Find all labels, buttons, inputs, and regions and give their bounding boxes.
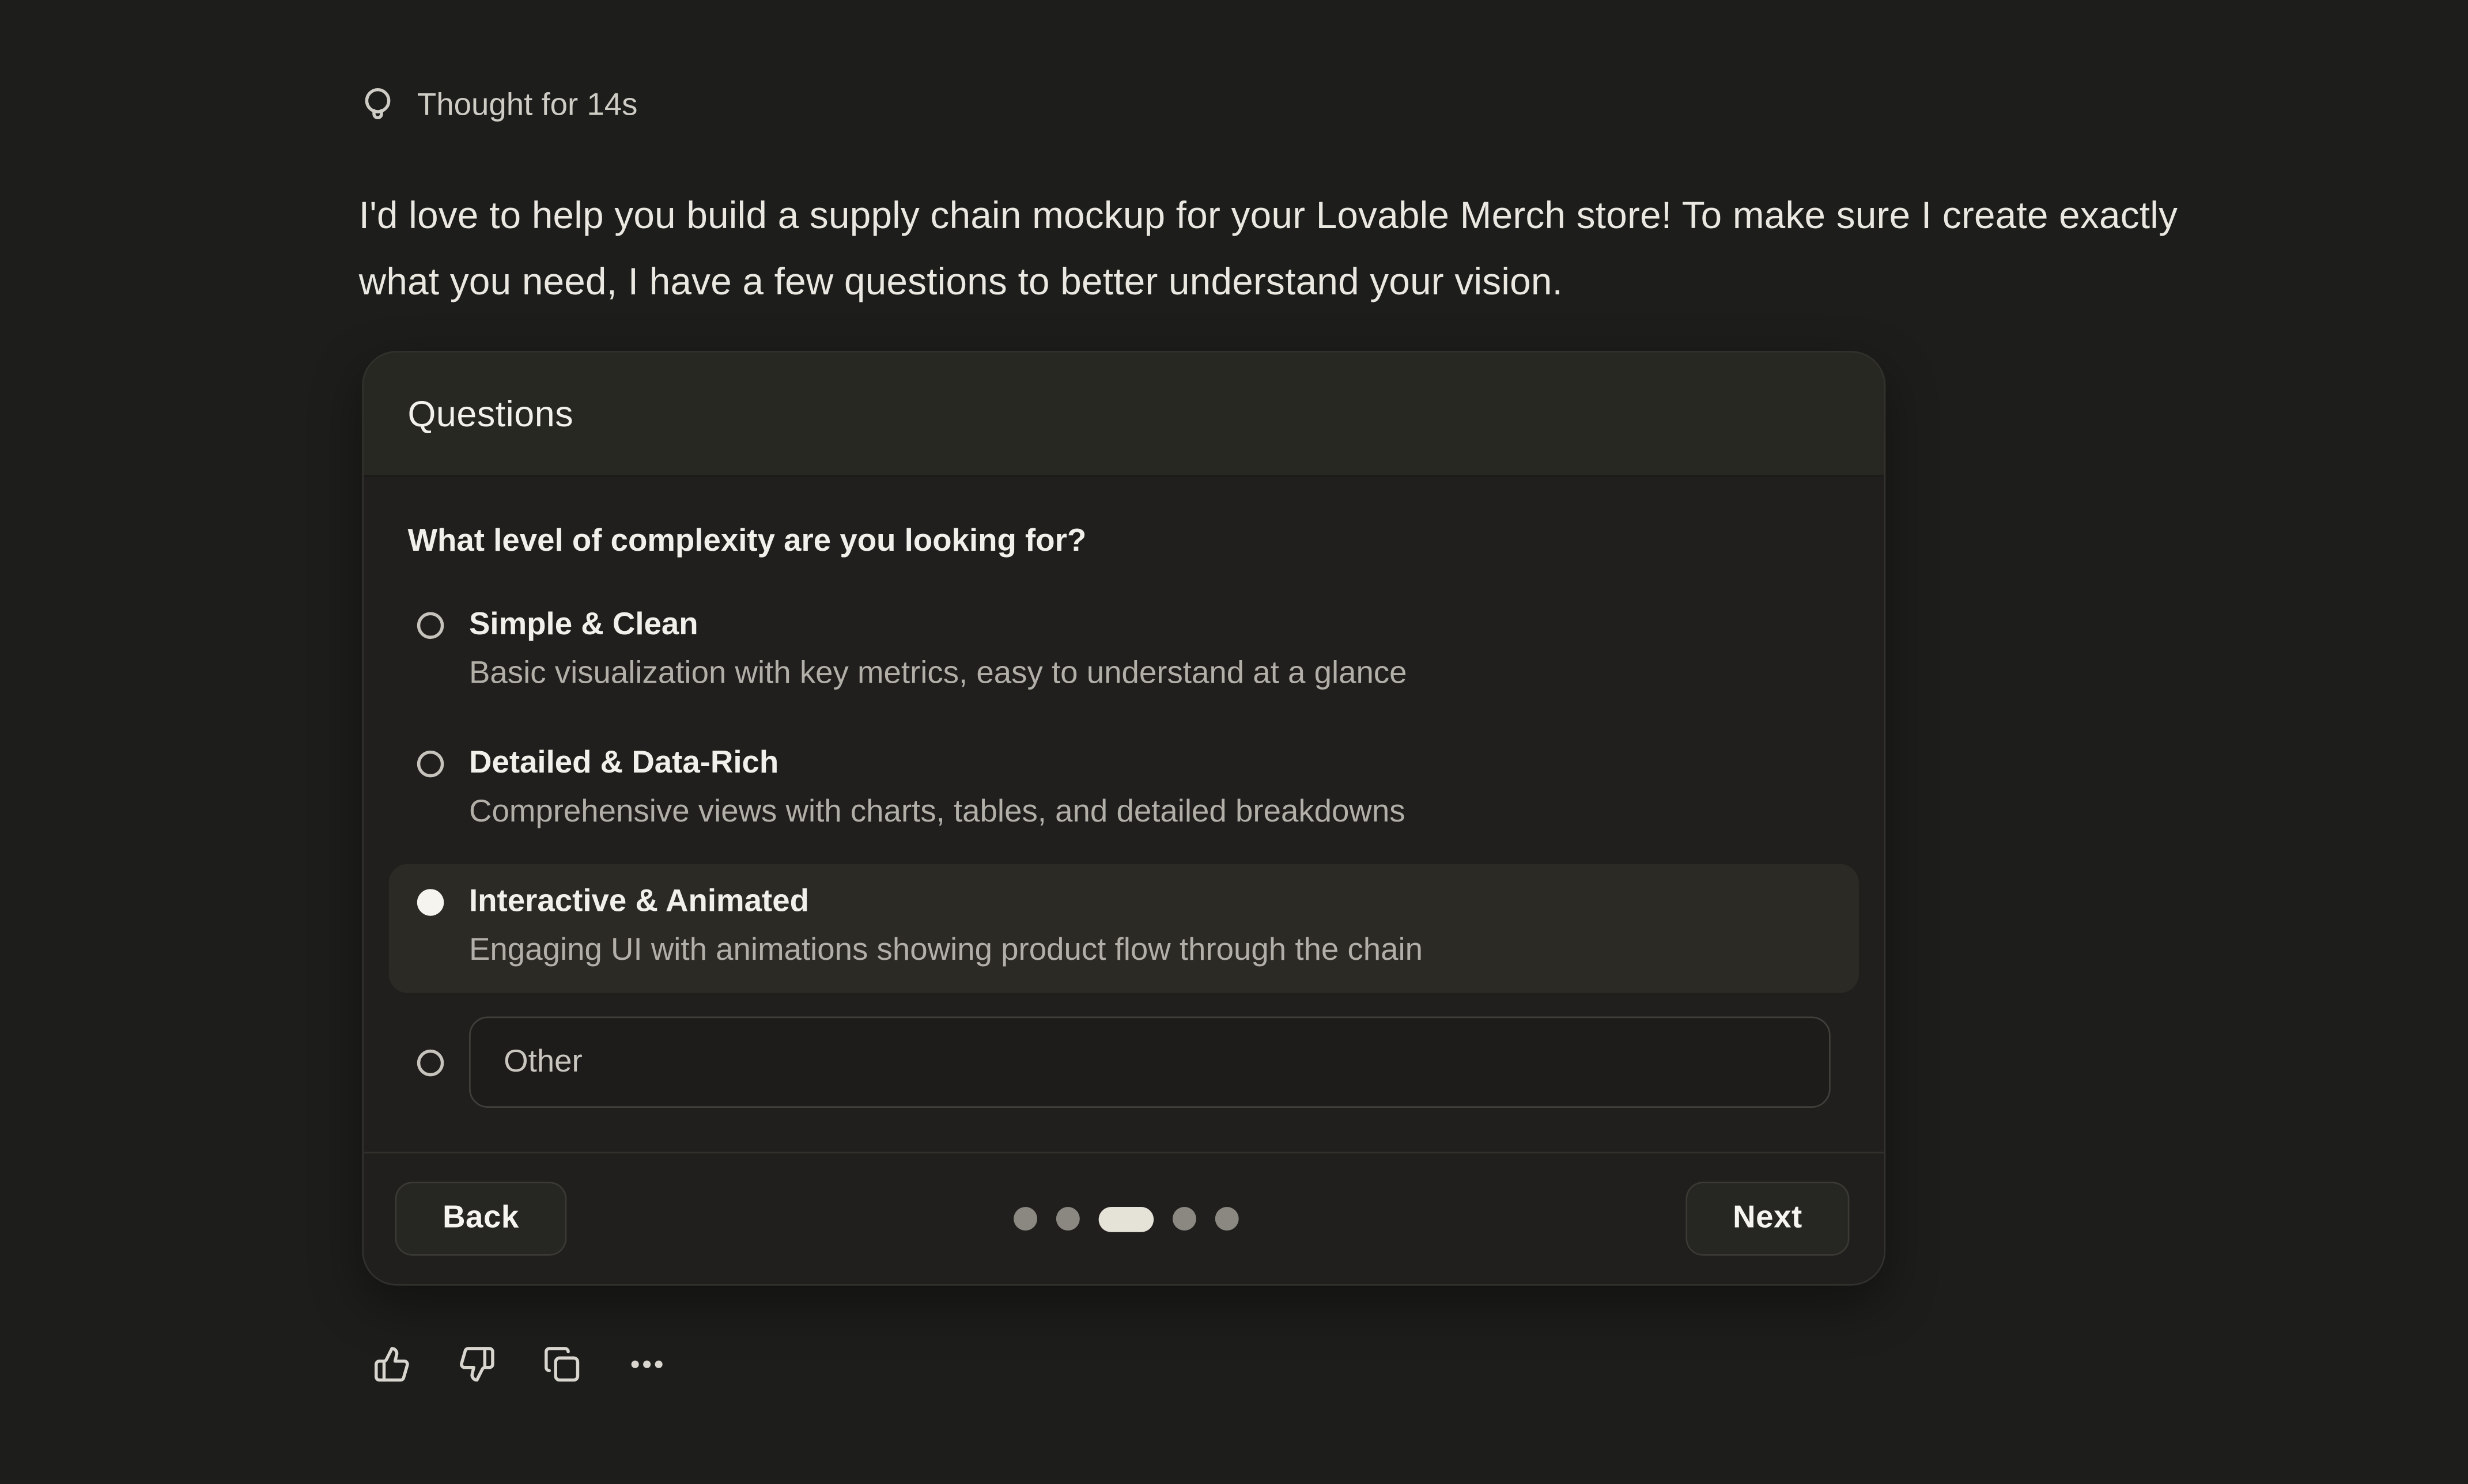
- option-label: Interactive & Animated: [469, 880, 1423, 923]
- assistant-message-text: I'd love to help you build a supply chai…: [359, 184, 2255, 316]
- radio-unselected-icon[interactable]: [417, 751, 444, 777]
- option-simple-clean[interactable]: Simple & Clean Basic visualization with …: [389, 587, 1859, 716]
- message-column: Thought for 14s I'd love to help you bui…: [359, 0, 2263, 1383]
- pagination-dot[interactable]: [1173, 1207, 1196, 1231]
- thumbs-down-icon: [458, 1345, 496, 1383]
- option-label: Detailed & Data-Rich: [469, 741, 1405, 785]
- questions-card-header: Questions: [364, 353, 1884, 477]
- copy-icon: [543, 1345, 581, 1383]
- option-description: Engaging UI with animations showing prod…: [469, 923, 1423, 977]
- thought-summary-toggle[interactable]: Thought for 14s: [359, 0, 2263, 126]
- chat-assistant-message-region: Thought for 14s I'd love to help you bui…: [0, 0, 2468, 1484]
- message-actions-toolbar: [359, 1345, 2263, 1383]
- questions-card-footer: Back Next: [364, 1152, 1884, 1284]
- next-button[interactable]: Next: [1685, 1182, 1849, 1255]
- option-description: Basic visualization with key metrics, ea…: [469, 647, 1407, 701]
- questions-card: Questions What level of complexity are y…: [362, 351, 1885, 1286]
- option-description: Comprehensive views with charts, tables,…: [469, 785, 1405, 839]
- option-detailed-data-rich[interactable]: Detailed & Data-Rich Comprehensive views…: [389, 725, 1859, 854]
- lightbulb-icon: [359, 85, 397, 126]
- pagination-dot[interactable]: [1014, 1207, 1037, 1231]
- radio-selected-icon[interactable]: [417, 889, 444, 915]
- thumbs-up-icon: [373, 1345, 411, 1383]
- option-texts: Simple & Clean Basic visualization with …: [469, 603, 1407, 700]
- other-input[interactable]: [469, 1017, 1831, 1108]
- thumbs-down-button[interactable]: [458, 1345, 496, 1383]
- option-other[interactable]: [389, 1002, 1859, 1108]
- more-options-icon: [628, 1345, 666, 1383]
- thought-label: Thought for 14s: [417, 85, 638, 126]
- radio-unselected-icon[interactable]: [417, 612, 444, 639]
- pagination-dots: [1014, 1206, 1239, 1232]
- more-options-button[interactable]: [628, 1345, 666, 1383]
- pagination-dot[interactable]: [1056, 1207, 1080, 1231]
- pagination-dot[interactable]: [1215, 1207, 1239, 1231]
- question-text: What level of complexity are you looking…: [407, 521, 1840, 562]
- radio-unselected-icon[interactable]: [417, 1049, 444, 1076]
- option-texts: Detailed & Data-Rich Comprehensive views…: [469, 741, 1405, 839]
- pagination-dot-active[interactable]: [1099, 1206, 1154, 1232]
- option-interactive-animated[interactable]: Interactive & Animated Engaging UI with …: [389, 864, 1859, 993]
- thumbs-up-button[interactable]: [373, 1345, 411, 1383]
- questions-card-body: What level of complexity are you looking…: [364, 477, 1884, 1152]
- option-label: Simple & Clean: [469, 603, 1407, 646]
- option-texts: Interactive & Animated Engaging UI with …: [469, 880, 1423, 977]
- back-button[interactable]: Back: [395, 1182, 567, 1255]
- card-title: Questions: [407, 393, 573, 436]
- copy-button[interactable]: [543, 1345, 581, 1383]
- options-list: Simple & Clean Basic visualization with …: [389, 587, 1859, 1108]
